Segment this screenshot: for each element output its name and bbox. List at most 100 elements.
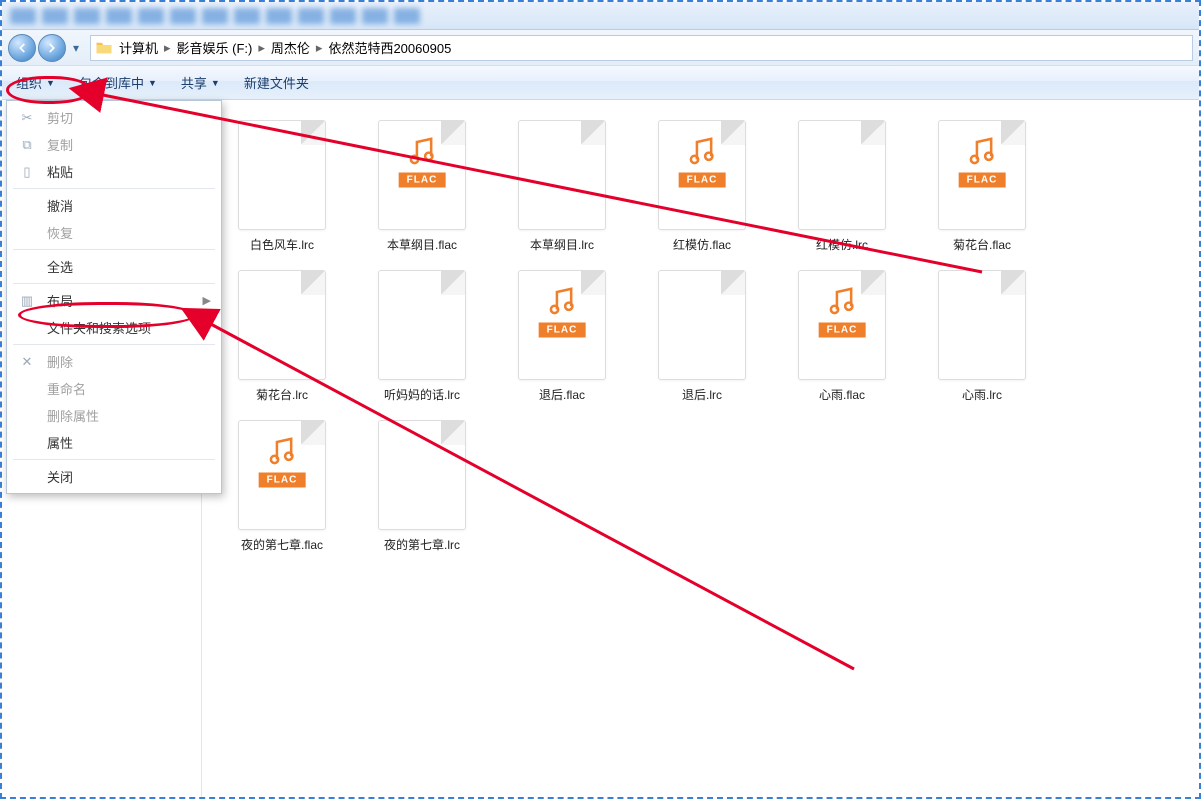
menu-copy[interactable]: ⧉ 复制 [7, 131, 221, 158]
music-note-icon: FLAC [819, 282, 866, 337]
file-name: 夜的第七章.lrc [384, 536, 460, 553]
address-bar[interactable]: 计算机▸ 影音娱乐 (F:)▸ 周杰伦▸ 依然范特西20060905 [90, 35, 1193, 61]
file-item[interactable]: FLAC本草纲目.flac [352, 112, 492, 262]
file-thumb [238, 270, 326, 380]
breadcrumb-label: 周杰伦 [271, 38, 310, 57]
file-name: 红模仿.flac [673, 236, 731, 253]
include-in-library-button[interactable]: 包含到库中▼ [79, 73, 157, 92]
file-name: 本草纲目.lrc [530, 236, 594, 253]
file-item[interactable]: FLAC 退后.flac [492, 262, 632, 412]
file-item[interactable]: FLAC 心雨.flac [772, 262, 912, 412]
menu-layout[interactable]: ▥ 布局 ▶ [7, 287, 221, 314]
file-name: 心雨.flac [819, 386, 865, 403]
file-thumb [378, 270, 466, 380]
new-folder-button[interactable]: 新建文件夹 [244, 73, 309, 92]
menu-rename[interactable]: 重命名 [7, 375, 221, 402]
organize-menu: ✂ 剪切 ⧉ 复制 ▯ 粘贴 撤消 恢复 全选 ▥ 布局 ▶ [6, 100, 222, 494]
menu-redo[interactable]: 恢复 [7, 219, 221, 246]
file-thumb: FLAC [238, 420, 326, 530]
file-item[interactable]: 听妈妈的话.lrc [352, 262, 492, 412]
file-thumb [798, 120, 886, 230]
file-item[interactable]: 心雨.lrc [912, 262, 1052, 412]
scissors-icon: ✂ [17, 110, 37, 126]
menu-close[interactable]: 关闭 [7, 463, 221, 490]
breadcrumb-computer[interactable]: 计算机▸ [119, 38, 177, 57]
menu-delete[interactable]: ✕ 删除 [7, 348, 221, 375]
music-note-icon: FLAC [259, 432, 306, 487]
music-note-icon: FLAC [959, 132, 1006, 187]
breadcrumb-artist[interactable]: 周杰伦▸ [271, 38, 329, 57]
file-name: 退后.flac [539, 386, 585, 403]
flac-tag: FLAC [259, 472, 306, 487]
file-thumb [378, 420, 466, 530]
folder-icon [95, 39, 113, 57]
menu-label: 删除 [47, 352, 211, 371]
breadcrumb-album[interactable]: 依然范特西20060905 [328, 38, 451, 57]
breadcrumb-label: 影音娱乐 (F:) [177, 38, 253, 57]
menu-label: 属性 [47, 433, 211, 452]
file-item[interactable]: 红模仿.lrc [772, 112, 912, 262]
file-item[interactable]: 夜的第七章.lrc [352, 412, 492, 562]
file-item[interactable]: 退后.lrc [632, 262, 772, 412]
music-note-icon: FLAC [679, 132, 726, 187]
menu-label: 剪切 [47, 108, 211, 127]
file-name: 夜的第七章.flac [241, 536, 323, 553]
file-name: 菊花台.flac [953, 236, 1011, 253]
share-button[interactable]: 共享▼ [181, 73, 220, 92]
file-thumb [658, 270, 746, 380]
flac-tag: FLAC [399, 172, 446, 187]
file-name: 红模仿.lrc [816, 236, 868, 253]
music-note-icon: FLAC [539, 282, 586, 337]
copy-icon: ⧉ [17, 137, 37, 153]
menu-label: 恢复 [47, 223, 211, 242]
command-bar: 组织▼ 包含到库中▼ 共享▼ 新建文件夹 [2, 66, 1199, 100]
menu-cut[interactable]: ✂ 剪切 [7, 104, 221, 131]
file-thumb [238, 120, 326, 230]
layout-icon: ▥ [17, 293, 37, 309]
file-item[interactable]: FLAC 夜的第七章.flac [212, 412, 352, 562]
menu-folder-options[interactable]: 文件夹和搜索选项 [7, 314, 221, 341]
breadcrumb-drive[interactable]: 影音娱乐 (F:)▸ [177, 38, 271, 57]
breadcrumb-label: 依然范特西20060905 [328, 38, 451, 57]
menu-label: 重命名 [47, 379, 211, 398]
file-thumb: FLAC [798, 270, 886, 380]
file-item[interactable]: FLAC 菊花台.flac [912, 112, 1052, 262]
organize-button[interactable]: 组织▼ [16, 73, 55, 92]
file-item[interactable]: 本草纲目.lrc [492, 112, 632, 262]
menu-paste[interactable]: ▯ 粘贴 [7, 158, 221, 185]
file-name: 听妈妈的话.lrc [384, 386, 460, 403]
menu-label: 文件夹和搜索选项 [47, 318, 211, 337]
share-label: 共享 [181, 73, 207, 92]
file-grid: 白色风车.lrcFLAC本草纲目.flac 本草纲目.lrc FLAC 红模仿.fla… [212, 112, 1189, 562]
menu-properties[interactable]: 属性 [7, 429, 221, 456]
file-name: 心雨.lrc [962, 386, 1002, 403]
menu-label: 复制 [47, 135, 211, 154]
file-item[interactable]: 菊花台.lrc [212, 262, 352, 412]
file-thumb: FLAC [938, 120, 1026, 230]
title-bar-blur [2, 2, 1199, 29]
history-dropdown[interactable]: ▾ [68, 34, 84, 62]
menu-undo[interactable]: 撤消 [7, 192, 221, 219]
file-item[interactable]: 白色风车.lrc [212, 112, 352, 262]
explorer-window: ▾ 计算机▸ 影音娱乐 (F:)▸ 周杰伦▸ 依然范特西20060905 组织▼… [0, 0, 1201, 799]
menu-label: 布局 [47, 291, 203, 310]
menu-remove-properties[interactable]: 删除属性 [7, 402, 221, 429]
file-thumb: FLAC [378, 120, 466, 230]
flac-tag: FLAC [959, 172, 1006, 187]
menu-selectall[interactable]: 全选 [7, 253, 221, 280]
paste-icon: ▯ [17, 164, 37, 180]
forward-button[interactable] [38, 34, 66, 62]
arrow-left-icon [15, 41, 29, 55]
arrow-right-icon [45, 41, 59, 55]
menu-label: 撤消 [47, 196, 211, 215]
file-thumb [938, 270, 1026, 380]
flac-tag: FLAC [539, 322, 586, 337]
menu-label: 全选 [47, 257, 211, 276]
content-pane[interactable]: 白色风车.lrcFLAC本草纲目.flac 本草纲目.lrc FLAC 红模仿.fla… [202, 100, 1199, 797]
flac-tag: FLAC [819, 322, 866, 337]
file-thumb: FLAC [658, 120, 746, 230]
back-button[interactable] [8, 34, 36, 62]
file-item[interactable]: FLAC 红模仿.flac [632, 112, 772, 262]
menu-label: 关闭 [47, 467, 211, 486]
file-name: 退后.lrc [682, 386, 722, 403]
